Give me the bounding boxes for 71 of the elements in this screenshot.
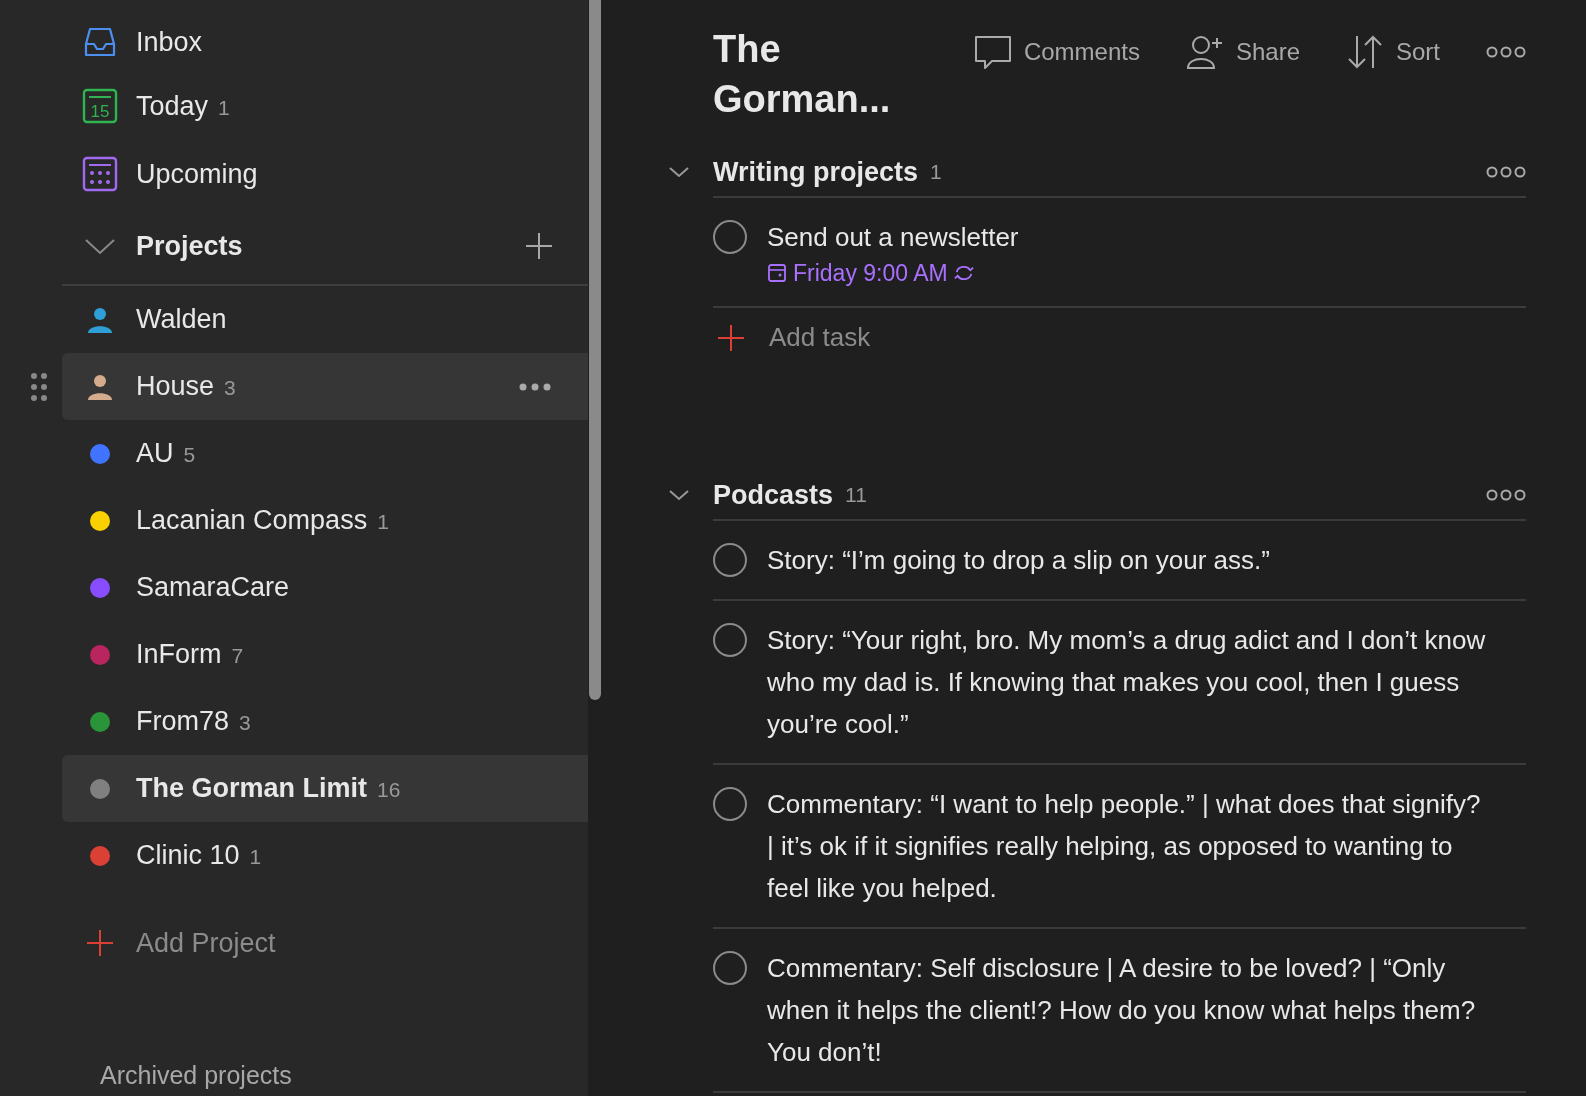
project-label: AU bbox=[136, 438, 174, 469]
calendar-icon bbox=[767, 263, 787, 283]
calendar-date-icon: 15 bbox=[82, 88, 118, 124]
project-label: SamaraCare bbox=[136, 572, 290, 603]
task-title: Story: “I’m going to drop a slip on your ass.” bbox=[767, 544, 1270, 577]
project-item[interactable]: The Gorman Limit 16 bbox=[62, 755, 588, 822]
project-item[interactable]: Clinic 10 1 bbox=[62, 822, 588, 889]
project-label: Clinic 10 bbox=[136, 840, 240, 871]
drag-handle-icon[interactable] bbox=[30, 371, 48, 402]
project-label: InForm bbox=[136, 639, 222, 670]
project-item[interactable]: Walden bbox=[62, 286, 588, 353]
add-icon[interactable] bbox=[524, 231, 554, 261]
due-date: Friday 9:00 AM bbox=[793, 259, 948, 288]
section-title: Podcasts bbox=[713, 479, 834, 511]
speech-bubble-icon bbox=[973, 34, 1012, 70]
scrollbar-thumb[interactable] bbox=[589, 0, 601, 700]
project-item[interactable]: From78 3 bbox=[62, 688, 588, 755]
nav-label: Today bbox=[136, 90, 209, 122]
task-title: Story: “Your right, bro. My mom’s a drug adict and I don’t know who my dad is. If knowing that makes you cool, then I guess you’re cool.” bbox=[767, 624, 1487, 741]
project-label: House bbox=[136, 371, 215, 402]
page-title: The Gorman... bbox=[713, 27, 892, 122]
task-checkbox[interactable] bbox=[713, 543, 747, 577]
task-count: 7 bbox=[231, 644, 244, 668]
plus-icon bbox=[86, 929, 114, 957]
project-label: The Gorman Limit bbox=[136, 773, 368, 804]
calendar-icon bbox=[82, 156, 118, 192]
project-item[interactable]: InForm 7 bbox=[62, 621, 588, 688]
person-add-icon bbox=[1185, 34, 1224, 70]
more-icon[interactable] bbox=[1486, 489, 1526, 501]
project-label: From78 bbox=[136, 706, 230, 737]
nav-label: Inbox bbox=[136, 26, 203, 58]
share-button[interactable]: Share bbox=[1185, 34, 1300, 70]
add-task-button[interactable]: Add task bbox=[713, 308, 875, 367]
sort-button[interactable]: Sort bbox=[1346, 34, 1440, 70]
comments-button[interactable]: Comments bbox=[973, 34, 1140, 70]
project-item[interactable]: AU 5 bbox=[62, 420, 588, 487]
project-item[interactable]: Lacanian Compass 1 bbox=[62, 487, 588, 554]
task-checkbox[interactable] bbox=[713, 951, 747, 985]
nav-item[interactable]: 15 Today 1 bbox=[0, 72, 588, 140]
chevron-icon[interactable] bbox=[668, 165, 690, 179]
project-label: Walden bbox=[136, 304, 227, 335]
more-icon[interactable] bbox=[1486, 46, 1526, 58]
sort-arrows-icon bbox=[1346, 34, 1384, 70]
task-title: Send out a newsletter bbox=[767, 221, 1019, 254]
section-title: Writing projects bbox=[713, 156, 919, 188]
task-count: 1 bbox=[930, 160, 942, 184]
task-title: Commentary: “I want to help people.” | what does that signify? | it’s ok if it signifies really helping, as opposed to wanting to feel like you helped. bbox=[767, 788, 1482, 905]
plus-icon bbox=[717, 323, 745, 352]
more-icon[interactable] bbox=[1486, 166, 1526, 178]
archived-projects-link[interactable]: Archived projects bbox=[0, 1061, 588, 1090]
task-count: 3 bbox=[224, 376, 236, 400]
task-count: 1 bbox=[377, 510, 389, 534]
nav-item[interactable]: Inbox bbox=[0, 12, 588, 72]
task-count: 16 bbox=[377, 778, 401, 802]
chevron-icon[interactable] bbox=[668, 488, 690, 502]
task-count: 1 bbox=[218, 95, 230, 120]
add-project-button[interactable]: Add Project bbox=[0, 909, 588, 977]
task-count: 1 bbox=[249, 845, 262, 869]
task-checkbox[interactable] bbox=[713, 623, 747, 657]
nav-item[interactable]: Upcoming bbox=[0, 140, 588, 208]
project-item[interactable]: SamaraCare bbox=[62, 554, 588, 621]
more-icon[interactable] bbox=[518, 381, 552, 392]
task-count: 3 bbox=[239, 711, 251, 735]
task-title: Commentary: Self disclosure | A desire to be loved? | “Only when it helps the client!? How do you know what helps them? You don’t! bbox=[767, 952, 1477, 1069]
nav-label: Upcoming bbox=[136, 158, 258, 190]
task-checkbox[interactable] bbox=[713, 220, 747, 254]
project-label: Lacanian Compass bbox=[136, 505, 368, 536]
section-heading: Projects bbox=[136, 230, 243, 262]
task-checkbox[interactable] bbox=[713, 787, 747, 821]
task-count: 5 bbox=[183, 443, 196, 467]
task-count: 11 bbox=[845, 483, 867, 507]
